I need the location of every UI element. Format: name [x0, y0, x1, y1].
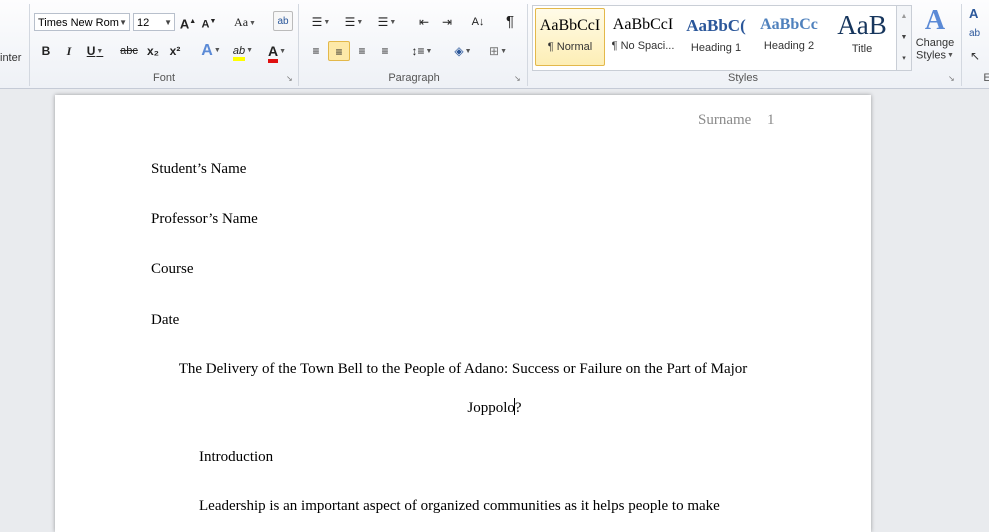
- paragraph-dialog-launcher-icon[interactable]: ↘: [514, 75, 522, 83]
- superscript-button[interactable]: x²: [166, 41, 184, 61]
- text-cursor: [513, 398, 515, 415]
- style-heading-1[interactable]: AaBbC( Heading 1: [681, 8, 751, 66]
- text-effects-button[interactable]: A▼: [198, 41, 224, 61]
- font-group-label: Font: [152, 72, 175, 84]
- more-styles-icon[interactable]: ▾: [897, 48, 911, 69]
- align-left-button[interactable]: ≡: [306, 41, 326, 61]
- select-icon[interactable]: ↖: [970, 49, 980, 63]
- clear-formatting-button[interactable]: ab: [273, 11, 293, 31]
- line-spacing-button[interactable]: ↕≡▼: [408, 41, 436, 61]
- student-name-line: Student’s Name: [151, 161, 247, 177]
- highlight-button[interactable]: ab▼: [228, 41, 258, 61]
- chevron-down-icon[interactable]: ▼: [164, 14, 172, 30]
- style-normal[interactable]: AaBbCcI ¶ Normal: [535, 8, 605, 66]
- styles-gallery: AaBbCcI ¶ Normal AaBbCcI ¶ No Spaci... A…: [532, 5, 912, 71]
- chevron-down-icon[interactable]: ▼: [119, 14, 127, 30]
- decrease-indent-button[interactable]: ⇤: [414, 12, 434, 32]
- title-line-2-container: Joppolo?: [55, 398, 927, 417]
- align-center-button[interactable]: ≡: [328, 41, 350, 61]
- multilevel-list-button[interactable]: ☰▼: [373, 12, 401, 32]
- subscript-button[interactable]: x₂: [144, 41, 162, 61]
- introduction-heading: Introduction: [199, 449, 274, 465]
- font-family-combo[interactable]: Times New Rom ▼: [34, 13, 130, 31]
- shading-button[interactable]: ◈▼: [449, 41, 477, 61]
- header-surname: Surname: [698, 112, 752, 128]
- font-size-value: 12: [137, 17, 150, 29]
- bold-button[interactable]: B: [38, 41, 54, 61]
- align-right-button[interactable]: ≡: [352, 41, 372, 61]
- editing-group-label: E: [983, 72, 989, 84]
- bullets-button[interactable]: ☰▼: [307, 12, 335, 32]
- change-styles-label-2: Styles: [916, 49, 947, 62]
- professor-name-line: Professor’s Name: [151, 211, 258, 227]
- underline-button[interactable]: U▼: [84, 41, 106, 61]
- font-size-combo[interactable]: 12 ▼: [133, 13, 175, 31]
- paragraph-group-label: Paragraph: [388, 72, 440, 84]
- style-title[interactable]: AaB Title: [827, 8, 897, 66]
- justify-button[interactable]: ≡: [375, 41, 395, 61]
- title-line-1: The Delivery of the Town Bell to the Peo…: [178, 361, 748, 377]
- change-styles-label-1: Change: [915, 37, 955, 49]
- clipboard-center-fragment[interactable]: inter: [0, 52, 21, 64]
- show-formatting-button[interactable]: ¶: [500, 12, 520, 32]
- change-styles-button[interactable]: A Change Styles▼: [913, 5, 957, 69]
- numbering-button[interactable]: ☰▼: [340, 12, 368, 32]
- group-separator: [961, 4, 962, 86]
- font-family-value: Times New Rom: [38, 17, 119, 29]
- styles-group-label: Styles: [728, 72, 758, 84]
- styles-dialog-launcher-icon[interactable]: ↘: [948, 75, 956, 83]
- date-line: Date: [151, 312, 180, 328]
- grow-font-button[interactable]: A▲: [179, 12, 197, 32]
- replace-icon[interactable]: ab: [969, 28, 980, 39]
- body-paragraph-line-1: Leadership is an important aspect of org…: [199, 498, 720, 514]
- change-case-button[interactable]: Aa▼: [232, 12, 258, 32]
- borders-button[interactable]: ⊞▼: [483, 41, 513, 61]
- document-page[interactable]: Surname 1 Student’s Name Professor’s Nam…: [55, 95, 871, 532]
- header-page-number: 1: [767, 112, 775, 128]
- chevron-up-icon[interactable]: ▲: [897, 6, 911, 27]
- styles-gallery-scroll[interactable]: ▲ ▼ ▾: [896, 6, 911, 70]
- find-icon[interactable]: A: [969, 6, 978, 21]
- italic-button[interactable]: I: [61, 41, 77, 61]
- sort-button[interactable]: A↓: [468, 12, 488, 32]
- shrink-font-button[interactable]: A▼: [200, 12, 218, 32]
- change-styles-icon: A: [924, 5, 946, 36]
- font-color-button[interactable]: A▼: [263, 41, 291, 63]
- increase-indent-button[interactable]: ⇥: [437, 12, 457, 32]
- ribbon: inter Times New Rom ▼ 12 ▼ A▲ A▼ Aa▼ ab …: [0, 0, 989, 89]
- style-heading-2[interactable]: AaBbCc Heading 2: [754, 8, 824, 66]
- font-dialog-launcher-icon[interactable]: ↘: [286, 75, 294, 83]
- style-no-spacing[interactable]: AaBbCcI ¶ No Spaci...: [608, 8, 678, 66]
- chevron-down-icon[interactable]: ▼: [897, 27, 911, 48]
- course-line: Course: [151, 261, 194, 277]
- strikethrough-button[interactable]: abc: [117, 41, 141, 61]
